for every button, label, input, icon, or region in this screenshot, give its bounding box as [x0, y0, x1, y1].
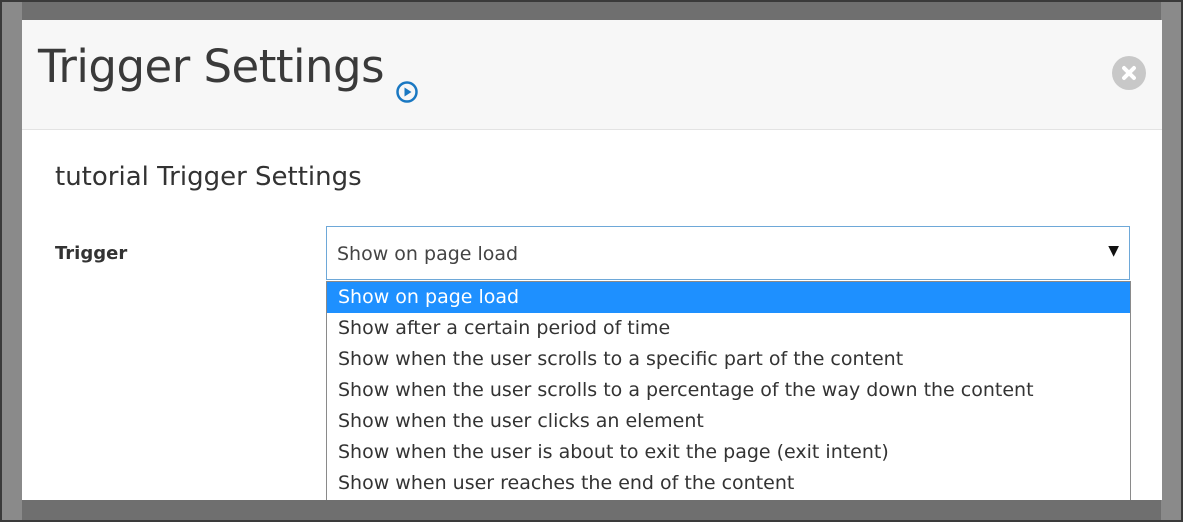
play-circle-icon[interactable]	[396, 61, 418, 103]
background-left-strip	[2, 2, 22, 520]
dropdown-option[interactable]: Show on page load	[327, 282, 1130, 313]
dropdown-option[interactable]: Show when the user scrolls to a specific…	[327, 344, 1130, 375]
dropdown-option[interactable]: Show when the user scrolls to a percenta…	[327, 375, 1130, 406]
dropdown-option[interactable]: Show when the user clicks an element	[327, 406, 1130, 437]
modal-title-text: Trigger Settings	[38, 40, 385, 93]
background-right-strip	[1161, 2, 1181, 520]
dropdown-option[interactable]: Show after a certain period of time	[327, 313, 1130, 344]
trigger-label: Trigger	[55, 243, 128, 264]
close-icon[interactable]	[1112, 56, 1146, 90]
dropdown-option[interactable]: Show when user reaches the end of the co…	[327, 468, 1130, 499]
trigger-select-value: Show on page load	[337, 243, 519, 265]
trigger-select[interactable]: Show on page load ▼	[326, 226, 1130, 280]
dropdown-option[interactable]: Show when the user is about to exit the …	[327, 437, 1130, 468]
trigger-dropdown-list: Show on page load Show after a certain p…	[326, 281, 1131, 500]
dropdown-arrow-icon: ▼	[1108, 243, 1119, 259]
trigger-settings-modal: Trigger Settings tutorial Trigger Settin…	[22, 20, 1162, 500]
modal-title: Trigger Settings	[38, 40, 418, 103]
modal-header: Trigger Settings	[22, 20, 1162, 130]
section-title: tutorial Trigger Settings	[55, 162, 362, 192]
